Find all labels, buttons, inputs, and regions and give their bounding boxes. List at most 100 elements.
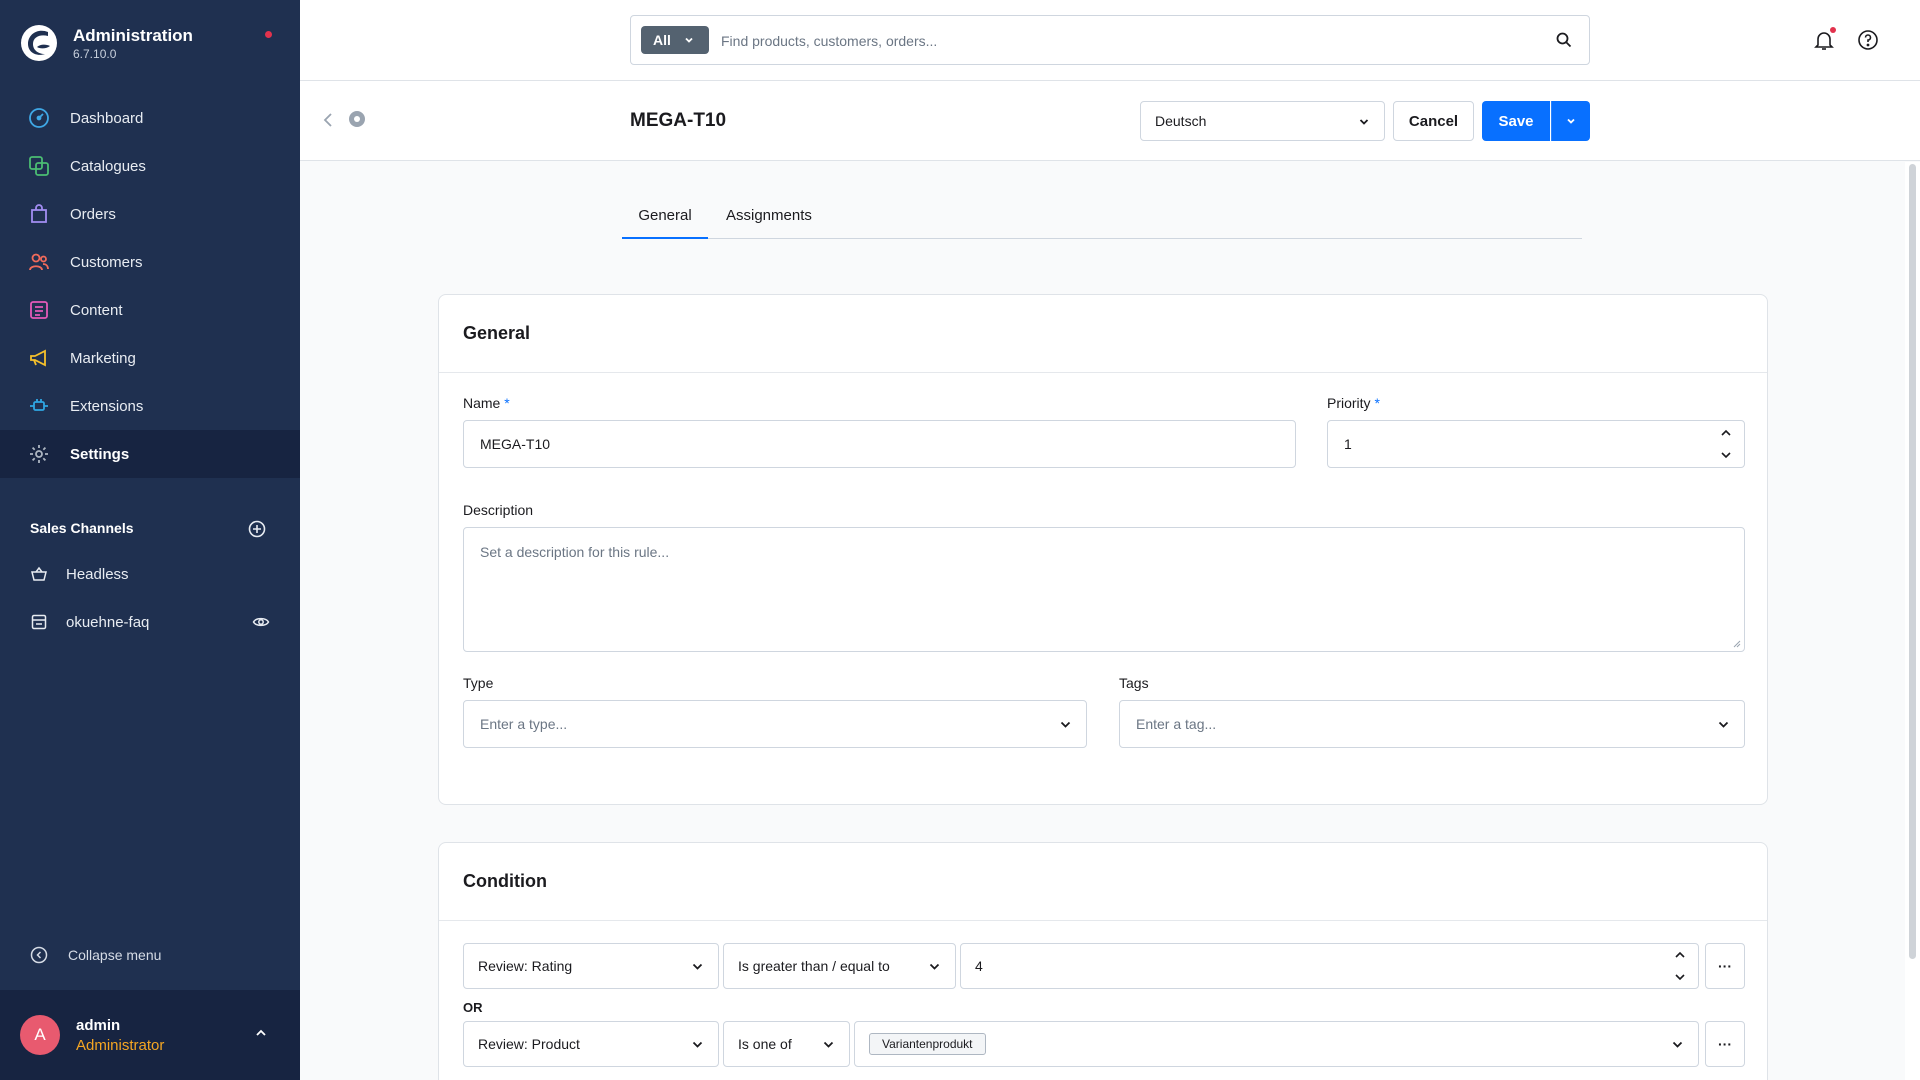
condition-field-select[interactable]: Review: Product xyxy=(463,1021,719,1067)
condition-operator-select[interactable]: Is greater than / equal to xyxy=(723,943,956,989)
nav-label: Orders xyxy=(70,205,116,223)
condition-operator-select[interactable]: Is one of xyxy=(723,1021,850,1067)
condition-entity-select[interactable]: Variantenprodukt xyxy=(854,1021,1699,1067)
save-button[interactable]: Save xyxy=(1482,101,1550,141)
condition-value: 4 xyxy=(975,958,983,974)
search-scope-select[interactable]: All xyxy=(641,26,709,54)
number-stepper-icon[interactable] xyxy=(1720,427,1732,461)
name-label-text: Name xyxy=(463,395,501,411)
selected-tag[interactable]: Variantenprodukt xyxy=(869,1033,986,1055)
chevron-down-icon xyxy=(692,963,703,970)
nav-item-extensions[interactable]: Extensions xyxy=(0,382,300,430)
chevron-down-icon xyxy=(1718,721,1729,728)
type-placeholder: Enter a type... xyxy=(480,716,568,732)
extensions-icon xyxy=(28,395,50,417)
catalogue-icon xyxy=(28,155,50,177)
scrollbar[interactable] xyxy=(1905,162,1920,1080)
search-icon[interactable] xyxy=(1555,31,1573,49)
sales-channel-label: okuehne-faq xyxy=(66,613,150,631)
content-icon xyxy=(28,299,50,321)
help-icon[interactable] xyxy=(1857,29,1879,51)
condition-more-button[interactable]: ··· xyxy=(1705,1021,1745,1067)
nav-item-orders[interactable]: Orders xyxy=(0,190,300,238)
required-mark: * xyxy=(504,395,510,411)
storefront-icon xyxy=(31,614,47,630)
basket-icon xyxy=(31,566,47,581)
nav-item-content[interactable]: Content xyxy=(0,286,300,334)
eye-icon[interactable] xyxy=(252,613,270,631)
or-label: OR xyxy=(463,1000,483,1015)
name-field[interactable]: MEGA-T10 xyxy=(463,420,1296,468)
dashboard-icon xyxy=(28,107,50,129)
topbar: All xyxy=(300,0,1920,81)
customers-icon xyxy=(28,251,50,273)
nav-item-catalogues[interactable]: Catalogues xyxy=(0,142,300,190)
sales-channel-headless[interactable]: Headless xyxy=(0,550,300,598)
divider xyxy=(439,920,1767,921)
condition-field-value: Review: Product xyxy=(478,1036,580,1052)
description-label: Description xyxy=(463,502,534,518)
nav-label: Marketing xyxy=(70,349,136,367)
app-title: Administration xyxy=(73,26,193,45)
brand[interactable]: Administration 6.7.10.0 xyxy=(20,20,280,64)
description-textarea[interactable]: Set a description for this rule... xyxy=(463,527,1745,652)
sales-channel-list: Headless okuehne-faq xyxy=(0,550,300,646)
marketing-icon xyxy=(28,347,50,369)
nav-label: Catalogues xyxy=(70,157,146,175)
tab-general[interactable]: General xyxy=(622,207,708,239)
chevron-up-icon[interactable] xyxy=(254,1026,268,1040)
collapse-icon xyxy=(30,946,48,964)
back-chevron-icon[interactable] xyxy=(320,111,336,129)
chevron-down-icon xyxy=(823,1041,834,1048)
notification-badge xyxy=(1830,27,1836,33)
chevron-down-icon xyxy=(1567,118,1575,124)
number-stepper-icon[interactable] xyxy=(1674,949,1686,983)
user-menu[interactable]: A admin Administrator xyxy=(0,990,300,1080)
main-content: General Assignments General Name * MEGA-… xyxy=(300,162,1905,1080)
condition-value-input[interactable]: 4 xyxy=(960,943,1699,989)
search-input[interactable] xyxy=(721,28,1521,54)
name-field-value: MEGA-T10 xyxy=(480,436,551,452)
nav-item-dashboard[interactable]: Dashboard xyxy=(0,94,300,142)
general-card: General Name * MEGA-T10 Priority * 1 Des… xyxy=(438,294,1768,805)
resize-handle-icon[interactable] xyxy=(1733,640,1741,648)
divider xyxy=(439,372,1767,373)
add-sales-channel-icon[interactable] xyxy=(248,520,266,538)
nav-item-marketing[interactable]: Marketing xyxy=(0,334,300,382)
app-version: 6.7.10.0 xyxy=(73,47,117,61)
nav-label: Dashboard xyxy=(70,109,144,127)
nav-item-settings[interactable]: Settings xyxy=(0,430,300,478)
global-search: All xyxy=(630,15,1590,65)
tab-assignments[interactable]: Assignments xyxy=(726,207,812,239)
general-card-title: General xyxy=(463,323,531,343)
nav-label: Extensions xyxy=(70,397,144,415)
collapse-menu-label: Collapse menu xyxy=(68,947,162,963)
main-nav: Dashboard Catalogues Orders Customers Co… xyxy=(0,94,300,478)
type-label: Type xyxy=(463,675,494,691)
type-select[interactable]: Enter a type... xyxy=(463,700,1087,748)
scrollbar-thumb[interactable] xyxy=(1909,164,1916,959)
nav-item-customers[interactable]: Customers xyxy=(0,238,300,286)
user-name: admin xyxy=(76,1017,121,1034)
priority-label: Priority * xyxy=(1327,395,1380,411)
sales-channel-okuehne-faq[interactable]: okuehne-faq xyxy=(0,598,300,646)
settings-gear-icon xyxy=(349,111,365,127)
nav-label: Content xyxy=(70,301,123,319)
settings-icon xyxy=(28,443,50,465)
tags-select[interactable]: Enter a tag... xyxy=(1119,700,1745,748)
priority-label-text: Priority xyxy=(1327,395,1371,411)
nav-label: Customers xyxy=(70,253,143,271)
condition-card: Condition Review: Rating Is greater than… xyxy=(438,842,1768,1080)
condition-more-button[interactable]: ··· xyxy=(1705,943,1745,989)
collapse-menu-button[interactable]: Collapse menu xyxy=(30,946,161,964)
cancel-button[interactable]: Cancel xyxy=(1393,101,1474,141)
save-options-button[interactable] xyxy=(1551,101,1590,141)
condition-field-select[interactable]: Review: Rating xyxy=(463,943,719,989)
status-dot xyxy=(265,31,272,38)
tags-placeholder: Enter a tag... xyxy=(1136,716,1217,732)
language-select[interactable]: Deutsch xyxy=(1140,101,1385,141)
priority-field[interactable]: 1 xyxy=(1327,420,1745,468)
orders-icon xyxy=(28,203,50,225)
avatar: A xyxy=(20,1015,60,1055)
condition-operator-value: Is one of xyxy=(738,1036,792,1052)
